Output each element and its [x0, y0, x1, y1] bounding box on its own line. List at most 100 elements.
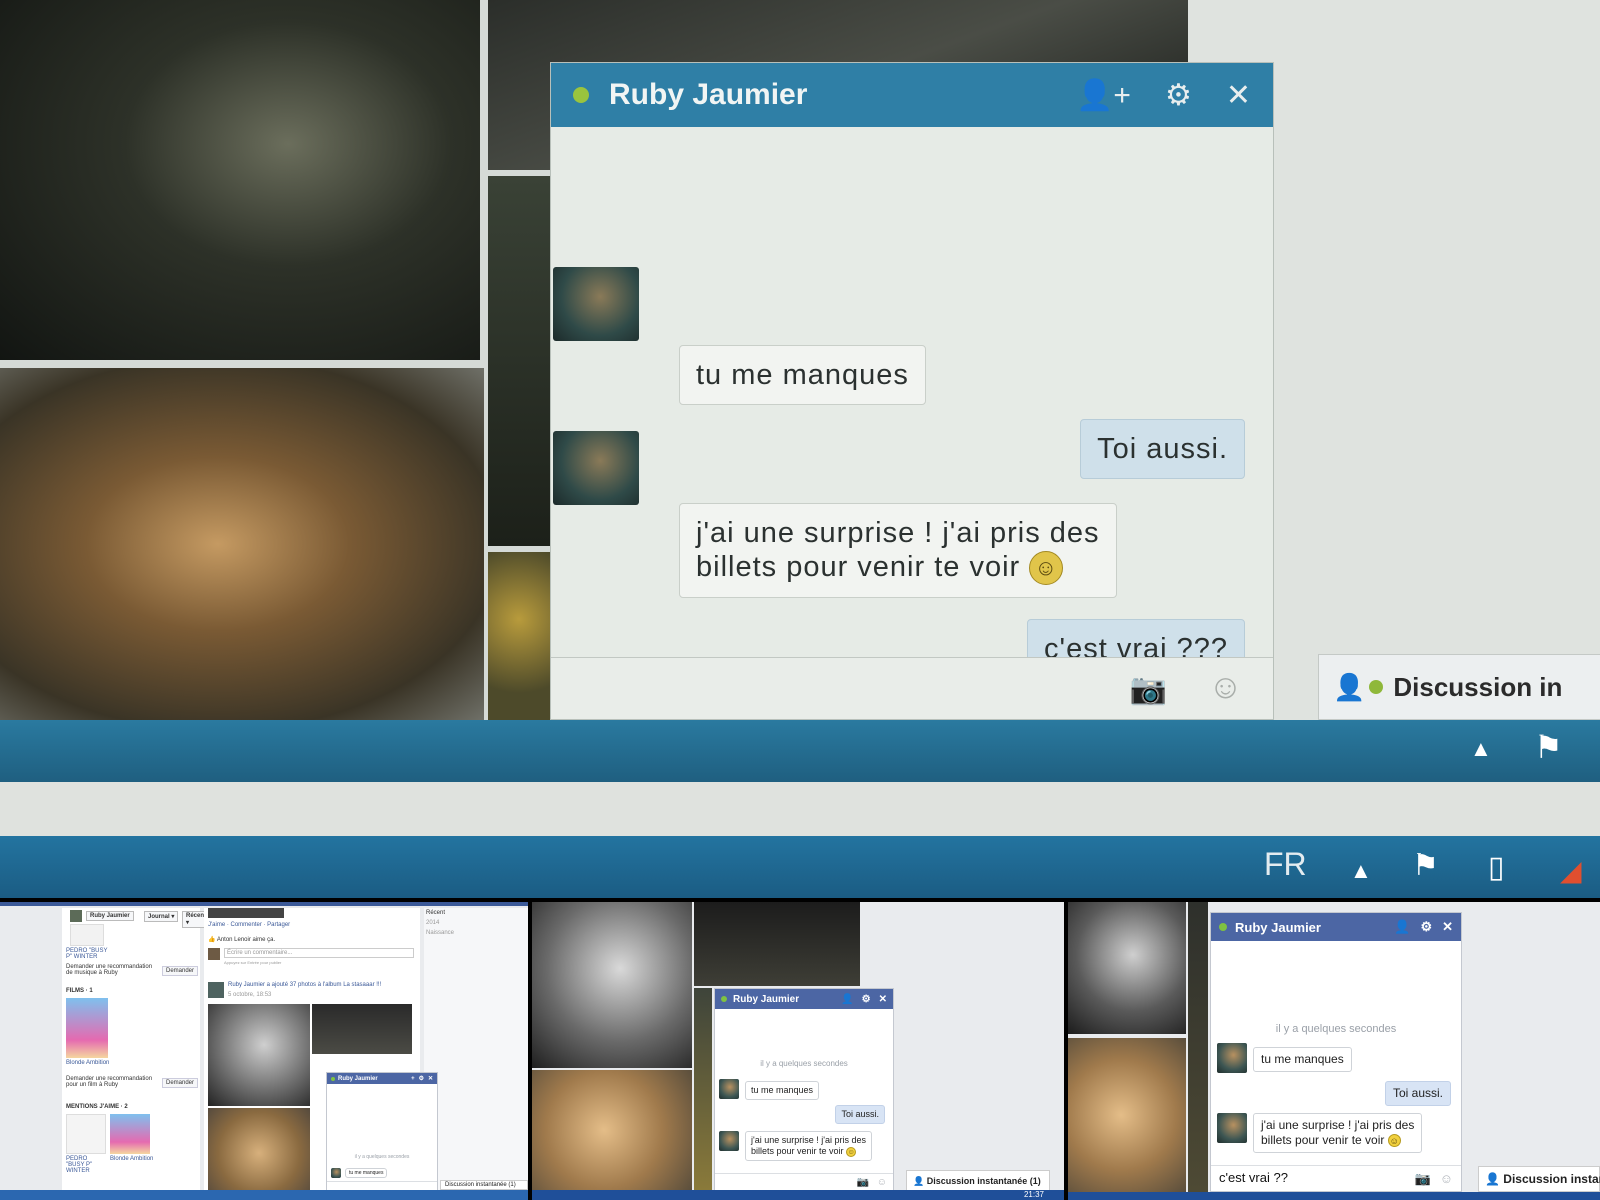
message-bubble-mine: Toi aussi. — [1384, 1081, 1451, 1106]
chat-window: Ruby Jaumier 👤 ⚙ ✕ il y a quelques secon… — [714, 988, 894, 1192]
photo-tile-4 — [488, 176, 550, 546]
show-hidden-icons-icon[interactable]: ▲ — [1350, 858, 1372, 884]
chat-header[interactable]: Ruby Jaumier 👤 ⚙ ✕ — [1211, 913, 1461, 941]
emoji-icon[interactable]: ☺ — [1208, 668, 1243, 707]
album-photo-4[interactable] — [694, 988, 712, 1190]
gear-icon[interactable]: ⚙ — [419, 1075, 424, 1082]
timeline-item[interactable]: Récent — [426, 910, 445, 916]
smiley-emoji-icon: ☺ — [846, 1146, 857, 1157]
emoji-icon[interactable]: ☺ — [877, 1177, 887, 1188]
camera-icon[interactable]: 📷 — [1130, 672, 1167, 707]
album-photo-3[interactable] — [208, 1108, 310, 1198]
message-composer[interactable]: 📷 ☺ — [715, 1173, 893, 1191]
film-poster[interactable] — [66, 998, 108, 1058]
online-status-icon — [573, 87, 589, 103]
avatar[interactable] — [1217, 1043, 1247, 1073]
album-photo-2[interactable] — [312, 1004, 412, 1054]
album-photo-3[interactable] — [532, 1070, 692, 1190]
album-photo-1[interactable] — [532, 902, 692, 1068]
like-link-1[interactable]: PEDRO "BUSY P" WINTER — [66, 1156, 106, 1174]
camera-icon[interactable]: 📷 — [857, 1177, 869, 1188]
avatar[interactable] — [553, 267, 639, 341]
message-bubble: j'ai une surprise ! j'ai pris des billet… — [745, 1131, 872, 1161]
album-photo-1[interactable] — [208, 1004, 310, 1106]
avatar[interactable] — [1217, 1113, 1247, 1143]
message-timestamp: il y a quelques secondes — [760, 1059, 848, 1068]
album-photo-2[interactable] — [1068, 1038, 1186, 1192]
chat-dock-label: Discussion in — [1393, 671, 1563, 702]
camera-icon[interactable]: 📷 — [1415, 1171, 1431, 1187]
signal-icon[interactable]: ◢ — [1560, 854, 1582, 887]
journal-dropdown[interactable]: Journal ▾ — [144, 911, 179, 922]
add-friend-icon[interactable]: 👤+ — [1076, 78, 1131, 113]
like-link-2[interactable]: Blonde Ambition — [110, 1156, 153, 1162]
taskbar: ▲ ⚑ — [0, 720, 1600, 782]
post-date[interactable]: 5 octobre, 18:53 — [228, 992, 271, 998]
music-person-link[interactable]: PEDRO "BUSY P" WINTER — [66, 948, 114, 960]
chat-title[interactable]: Ruby Jaumier — [609, 78, 1042, 112]
message-composer[interactable]: 📷 ☺ — [551, 657, 1273, 719]
like-thumb-1[interactable] — [66, 1114, 106, 1154]
chat-dock-button[interactable]: 👤 Discussion in — [1318, 654, 1600, 720]
recent-label: Récent — [186, 913, 207, 919]
smiley-emoji-icon: ☺ — [1387, 1134, 1401, 1148]
chat-dock-button[interactable]: 👤 Discussion instan — [1478, 1166, 1600, 1192]
music-request-text: Demander une recommandation de musique à… — [66, 964, 153, 976]
music-thumb[interactable] — [70, 924, 104, 946]
add-friend-icon[interactable]: + — [411, 1076, 415, 1082]
flag-icon[interactable]: ⚑ — [1534, 728, 1563, 766]
like-thumb-2[interactable] — [110, 1114, 150, 1154]
post-author-avatar[interactable] — [208, 982, 224, 998]
clock[interactable]: 21:37 — [1024, 1190, 1044, 1200]
timeline-item[interactable]: 2014 — [426, 920, 439, 926]
message-line: billets pour venir te voir — [1261, 1133, 1385, 1147]
message-bubble-mine: Toi aussi. — [835, 1105, 885, 1124]
chat-title[interactable]: Ruby Jaumier — [1235, 920, 1384, 935]
message-timestamp: il y a quelques secondes — [354, 1154, 410, 1160]
chat-header[interactable]: Ruby Jaumier + ⚙ ✕ — [327, 1073, 437, 1084]
message-composer[interactable]: c'est vrai ?? 📷 ☺ — [1211, 1165, 1461, 1191]
add-friend-icon[interactable]: 👤 — [841, 994, 853, 1005]
gear-icon[interactable]: ⚙ — [1165, 78, 1192, 113]
chat-header[interactable]: Ruby Jaumier 👤+ ⚙ ✕ — [551, 63, 1273, 127]
chat-header[interactable]: Ruby Jaumier 👤 ⚙ ✕ — [715, 989, 893, 1009]
battery-icon[interactable]: ▯ — [1488, 850, 1505, 885]
close-icon[interactable]: ✕ — [1442, 919, 1453, 935]
gear-icon[interactable]: ⚙ — [862, 994, 871, 1005]
post-actions[interactable]: J'aime · Commenter · Partager — [208, 922, 290, 928]
flag-icon[interactable]: ⚑ — [1412, 848, 1439, 883]
gear-icon[interactable]: ⚙ — [1420, 919, 1432, 935]
film-title-link[interactable]: Blonde Ambition — [66, 1060, 109, 1066]
chat-title[interactable]: Ruby Jaumier — [338, 1076, 407, 1082]
composer-input[interactable]: c'est vrai ?? — [1219, 1170, 1288, 1185]
timeline-item[interactable]: Naissance — [426, 930, 454, 936]
post-header[interactable]: Ruby Jaumier a ajouté 37 photos à l'albu… — [228, 982, 381, 988]
photo-tile-1 — [0, 0, 480, 360]
profile-name-button[interactable]: Ruby Jaumier — [86, 911, 134, 921]
avatar[interactable] — [553, 431, 639, 505]
request-film-button[interactable]: Demander — [162, 1078, 199, 1088]
online-status-icon — [1219, 923, 1227, 931]
close-icon[interactable]: ✕ — [879, 994, 887, 1005]
avatar[interactable] — [719, 1131, 739, 1151]
online-status-icon — [1369, 680, 1384, 694]
chat-dock-button[interactable]: Discussion instantanée (1) — [440, 1180, 528, 1190]
close-icon[interactable]: ✕ — [1226, 78, 1251, 113]
album-photo-1[interactable] — [1068, 902, 1186, 1034]
close-icon[interactable]: ✕ — [428, 1075, 433, 1082]
comment-input[interactable]: Écrire un commentaire... — [224, 948, 414, 958]
language-indicator[interactable]: FR — [1264, 846, 1307, 883]
chat-dock-button[interactable]: 👤 Discussion instantanée (1) — [906, 1170, 1050, 1192]
album-photo-2[interactable] — [694, 902, 860, 986]
emoji-icon[interactable]: ☺ — [1440, 1171, 1453, 1186]
avatar[interactable] — [331, 1168, 341, 1178]
show-hidden-icons-icon[interactable]: ▲ — [1470, 736, 1492, 762]
add-friend-icon[interactable]: 👤 — [1394, 919, 1410, 935]
comment-hint: Appuyez sur Entrée pour publier — [224, 960, 282, 965]
avatar[interactable] — [719, 1079, 739, 1099]
request-music-button[interactable]: Demander — [162, 966, 199, 976]
online-status-icon — [331, 1076, 335, 1081]
journal-label: Journal — [148, 914, 170, 920]
album-photo-3[interactable] — [1188, 902, 1208, 1192]
chat-title[interactable]: Ruby Jaumier — [733, 994, 833, 1005]
